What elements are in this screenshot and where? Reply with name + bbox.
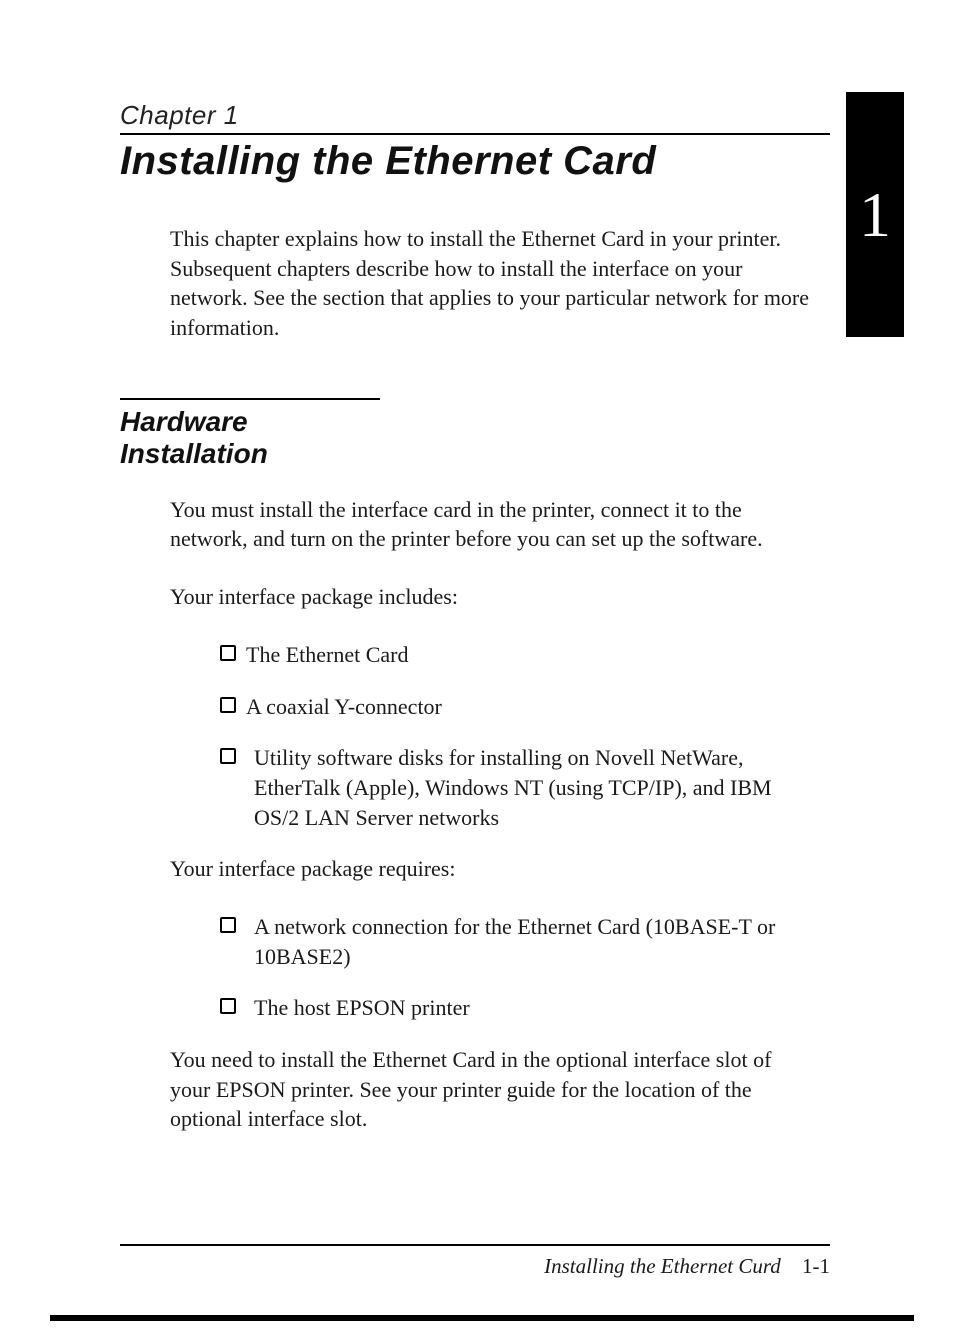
bottom-page-rule — [50, 1315, 914, 1321]
list-item: The Ethernet Card — [220, 640, 820, 670]
section-heading: Hardware Installation — [120, 406, 380, 470]
paragraph: You must install the interface card in t… — [170, 495, 810, 554]
paragraph: Your interface package includes: — [170, 582, 810, 612]
chapter-tab-number: 1 — [859, 183, 891, 247]
chapter-label: Chapter 1 — [120, 100, 830, 131]
list-item: The host EPSON printer — [220, 993, 820, 1023]
includes-list: The Ethernet Card A coaxial Y-connector … — [220, 640, 820, 832]
list-item: Utility software disks for installing on… — [220, 743, 820, 832]
checkbox-bullet-icon — [220, 917, 236, 933]
checkbox-bullet-icon — [220, 748, 236, 764]
running-title: Installing the Ethernet Curd — [544, 1254, 781, 1278]
section-heading-rule: Hardware Installation — [120, 398, 380, 470]
page-footer: Installing the Ethernet Curd 1-1 — [120, 1244, 830, 1279]
footer-rule — [120, 1244, 830, 1246]
chapter-tab: 1 — [846, 92, 904, 337]
checkbox-bullet-icon — [220, 697, 236, 713]
footer-text: Installing the Ethernet Curd 1-1 — [120, 1254, 830, 1279]
list-item-text: The Ethernet Card — [246, 640, 820, 670]
list-item: A coaxial Y-connector — [220, 692, 820, 722]
checkbox-bullet-icon — [220, 645, 236, 661]
paragraph: You need to install the Ethernet Card in… — [170, 1045, 810, 1134]
list-item-text: A network connection for the Ethernet Ca… — [254, 912, 820, 971]
intro-paragraph: This chapter explains how to install the… — [170, 224, 810, 343]
requires-list: A network connection for the Ethernet Ca… — [220, 912, 820, 1023]
page-body: Chapter 1 Installing the Ethernet Card T… — [120, 100, 830, 1260]
checkbox-bullet-icon — [220, 998, 236, 1014]
paragraph: Your interface package requires: — [170, 854, 810, 884]
page-number: 1-1 — [802, 1254, 830, 1278]
chapter-title: Installing the Ethernet Card — [120, 139, 830, 184]
list-item-text: The host EPSON printer — [254, 993, 820, 1023]
list-item-text: Utility software disks for installing on… — [254, 743, 820, 832]
list-item-text: A coaxial Y-connector — [246, 692, 820, 722]
title-rule — [120, 133, 830, 135]
list-item: A network connection for the Ethernet Ca… — [220, 912, 820, 971]
